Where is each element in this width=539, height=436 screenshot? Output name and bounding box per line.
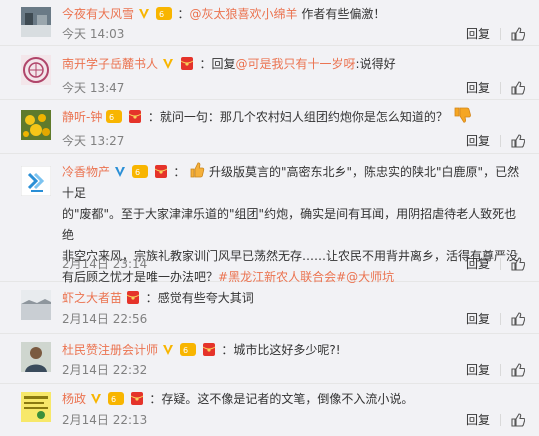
- verified-v-icon: [114, 167, 125, 177]
- like-thumb-icon[interactable]: [511, 26, 525, 41]
- comment-actions: 回复: [466, 361, 525, 378]
- mention-link[interactable]: @可是我只有十一岁呀: [236, 57, 356, 71]
- thumbs-down-emoji-icon: [454, 107, 471, 123]
- reply-button[interactable]: 回复: [466, 25, 490, 42]
- comment-text: 今夜有大风雪 6 ：@灰太狼喜欢小绵羊 作者有些偏激！: [62, 7, 386, 21]
- reply-button[interactable]: 回复: [466, 79, 490, 96]
- divider: [500, 312, 501, 325]
- user-name[interactable]: 今夜有大风雪: [62, 7, 134, 21]
- comment-time: 2月14日 23:14: [62, 257, 148, 271]
- comment-text: 南开学子岳麓书人 ：回复@可是我只有十一岁呀:说得好: [62, 57, 396, 71]
- divider: [500, 257, 501, 270]
- red-packet-icon: [126, 291, 140, 304]
- comment-item: 南开学子岳麓书人 ：回复@可是我只有十一岁呀:说得好 今天 13:47 回复: [0, 46, 539, 100]
- comment-time: 今天 13:47: [62, 81, 125, 95]
- vip-icon: 6: [155, 7, 172, 20]
- reply-button[interactable]: 回复: [466, 310, 490, 327]
- like-thumb-icon[interactable]: [511, 80, 525, 95]
- user-name[interactable]: 虾之大者苗: [62, 291, 122, 305]
- like-thumb-icon[interactable]: [511, 311, 525, 326]
- red-packet-icon: [130, 392, 143, 405]
- divider: [500, 134, 501, 147]
- mention-link[interactable]: @灰太狼喜欢小绵羊: [190, 7, 298, 21]
- verified-v-icon: [90, 394, 101, 404]
- avatar[interactable]: [21, 7, 51, 37]
- vip-icon: 6: [179, 343, 196, 356]
- reply-button[interactable]: 回复: [466, 255, 490, 272]
- avatar[interactable]: [21, 110, 51, 140]
- red-packet-icon: [180, 57, 193, 70]
- comment-actions: 回复: [466, 255, 525, 272]
- avatar[interactable]: [21, 55, 51, 85]
- avatar[interactable]: [21, 290, 51, 320]
- divider: [500, 413, 501, 426]
- divider: [500, 81, 501, 94]
- verified-v-icon: [138, 9, 149, 19]
- comment-time: 2月14日 22:56: [62, 312, 148, 326]
- comment-item: 杜民赞注册会计师 6 ：城市比这好多少呢?! 2月14日 22:32 回复: [0, 334, 539, 384]
- thumbs-up-icon: [190, 162, 205, 178]
- comment-time: 2月14日 22:32: [62, 363, 148, 377]
- svg-text:6: 6: [135, 168, 140, 177]
- vip-icon: 6: [107, 392, 124, 405]
- comment-time: 今天 13:27: [62, 134, 125, 148]
- comment-time: 今天 14:03: [62, 27, 125, 41]
- user-name[interactable]: 冷香物产: [62, 165, 110, 179]
- divider: [500, 27, 501, 40]
- comment-actions: 回复: [466, 310, 525, 327]
- like-thumb-icon[interactable]: [511, 133, 525, 148]
- comment-item: 静听-钟 6 ：就问一句：那几个农村妇人组团约炮你是怎么知道的？ 今天 13:2…: [0, 100, 539, 154]
- comment-text: 静听-钟 6 ：就问一句：那几个农村妇人组团约炮你是怎么知道的？: [62, 106, 525, 128]
- verified-v-icon: [162, 345, 173, 355]
- comment-actions: 回复: [466, 132, 525, 149]
- red-packet-icon: [154, 165, 167, 178]
- comment-list: 今夜有大风雪 6 ：@灰太狼喜欢小绵羊 作者有些偏激！ 今天 14:03 回复 …: [0, 0, 539, 436]
- red-packet-icon: [202, 343, 215, 356]
- divider: [500, 363, 501, 376]
- user-name[interactable]: 杨政: [62, 392, 86, 406]
- like-thumb-icon[interactable]: [511, 362, 525, 377]
- comment-actions: 回复: [466, 79, 525, 96]
- comment-item: 杨政 6 ：存疑。这不像是记者的文笔，倒像不入流小说。 2月14日 22:13 …: [0, 384, 539, 436]
- comment-actions: 回复: [466, 411, 525, 428]
- reply-button[interactable]: 回复: [466, 132, 490, 149]
- comment-time: 2月14日 22:13: [62, 413, 148, 427]
- vip-icon: 6: [106, 110, 123, 123]
- svg-text:6: 6: [159, 10, 164, 19]
- avatar[interactable]: [21, 166, 51, 196]
- like-thumb-icon[interactable]: [511, 256, 525, 271]
- reply-button[interactable]: 回复: [466, 411, 490, 428]
- like-thumb-icon[interactable]: [511, 412, 525, 427]
- vip-icon: 6: [131, 165, 148, 178]
- comment-item: 冷香物产 6 ： 升级版莫言的"高密东北乡"，陈忠实的陕北"白鹿原"，已然十足 …: [0, 154, 539, 284]
- avatar[interactable]: [21, 342, 51, 372]
- verified-v-icon: [162, 59, 173, 69]
- comment-text: 杨政 6 ：存疑。这不像是记者的文笔，倒像不入流小说。: [62, 392, 414, 406]
- svg-text:6: 6: [111, 395, 116, 404]
- comment-text: 虾之大者苗 ：感觉有些夸大其词: [62, 291, 254, 305]
- comment-item: 虾之大者苗 ：感觉有些夸大其词 2月14日 22:56 回复: [0, 282, 539, 334]
- comment-item: 今夜有大风雪 6 ：@灰太狼喜欢小绵羊 作者有些偏激！ 今天 14:03 回复: [0, 0, 539, 46]
- comment-actions: 回复: [466, 25, 525, 42]
- reply-button[interactable]: 回复: [466, 361, 490, 378]
- user-name[interactable]: 静听-钟: [62, 110, 102, 124]
- avatar[interactable]: [21, 392, 51, 422]
- svg-text:6: 6: [183, 346, 188, 355]
- svg-text:6: 6: [109, 113, 114, 122]
- user-name[interactable]: 南开学子岳麓书人: [62, 57, 158, 71]
- comment-text: 杜民赞注册会计师 6 ：城市比这好多少呢?!: [62, 343, 341, 357]
- red-packet-icon: [128, 110, 142, 123]
- user-name[interactable]: 杜民赞注册会计师: [62, 343, 158, 357]
